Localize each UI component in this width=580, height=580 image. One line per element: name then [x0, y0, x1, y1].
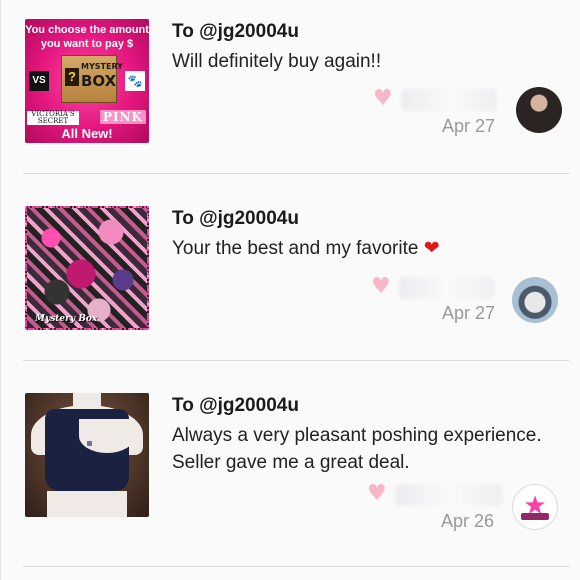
like-heart-icon[interactable]: ♥ — [371, 275, 395, 299]
liker-names-blurred — [399, 277, 495, 299]
red-heart-emoji-icon: ❤ — [423, 237, 440, 259]
note-message: Will definitely buy again!! — [172, 51, 382, 72]
avatar-banner — [521, 513, 549, 520]
note-message: Always a very pleasant poshing experienc… — [172, 425, 542, 473]
note-date: Apr 26 — [441, 511, 495, 531]
avatar[interactable] — [516, 87, 562, 133]
note-recipient[interactable]: To @jg20004u — [172, 208, 299, 230]
divider — [23, 360, 570, 361]
note-message-text: Your the best and my favorite — [172, 238, 419, 259]
box-label: BOX — [81, 72, 117, 90]
brand-logo-icon — [87, 441, 92, 446]
sports-bra — [45, 409, 135, 491]
pink-wordmark: PINK — [99, 110, 146, 124]
promo-line-2: you want to pay $ — [40, 38, 134, 50]
note-date: Apr 27 — [442, 303, 496, 323]
listing-thumbnail[interactable] — [25, 393, 149, 517]
like-heart-icon[interactable]: ♥ — [373, 87, 397, 111]
liker-names-blurred — [401, 89, 497, 111]
listing-thumbnail[interactable]: You choose the amount you want to pay $ … — [25, 19, 149, 143]
mystery-label: MYSTERY — [81, 62, 123, 71]
love-notes-feed: You choose the amount you want to pay $ … — [0, 0, 580, 580]
love-note: To @jg20004u Always a very pleasant posh… — [1, 374, 580, 561]
avatar[interactable] — [512, 277, 558, 323]
mystery-box-graphic: ? MYSTERY BOX — [61, 55, 123, 103]
listing-thumbnail[interactable]: Mystery Box — [25, 206, 149, 330]
mannequin-waist — [47, 491, 127, 517]
love-note: You choose the amount you want to pay $ … — [1, 0, 580, 187]
note-recipient[interactable]: To @jg20004u — [172, 21, 299, 43]
note-message: Your the best and my favorite ❤ — [172, 235, 562, 262]
question-mark: ? — [65, 68, 79, 86]
victorias-secret-wordmark: VICTORIA'S SECRET — [27, 111, 79, 125]
all-new-label: All New! — [61, 126, 113, 141]
vs-logo: VS — [29, 71, 49, 91]
love-note: Mystery Box To @jg20004u Your the best a… — [1, 187, 580, 374]
thumb-label: Mystery Box — [35, 314, 98, 324]
note-recipient[interactable]: To @jg20004u — [172, 395, 299, 417]
note-date: Apr 27 — [442, 116, 496, 136]
promo-line-1: You choose the amount — [25, 24, 149, 36]
divider — [23, 566, 570, 567]
divider — [23, 173, 570, 174]
like-heart-icon[interactable]: ♥ — [367, 482, 391, 506]
avatar[interactable]: ★ — [512, 484, 558, 530]
pink-dog-logo: 🐾 — [125, 71, 145, 91]
neckline — [79, 419, 135, 453]
liker-names-blurred — [395, 484, 503, 506]
